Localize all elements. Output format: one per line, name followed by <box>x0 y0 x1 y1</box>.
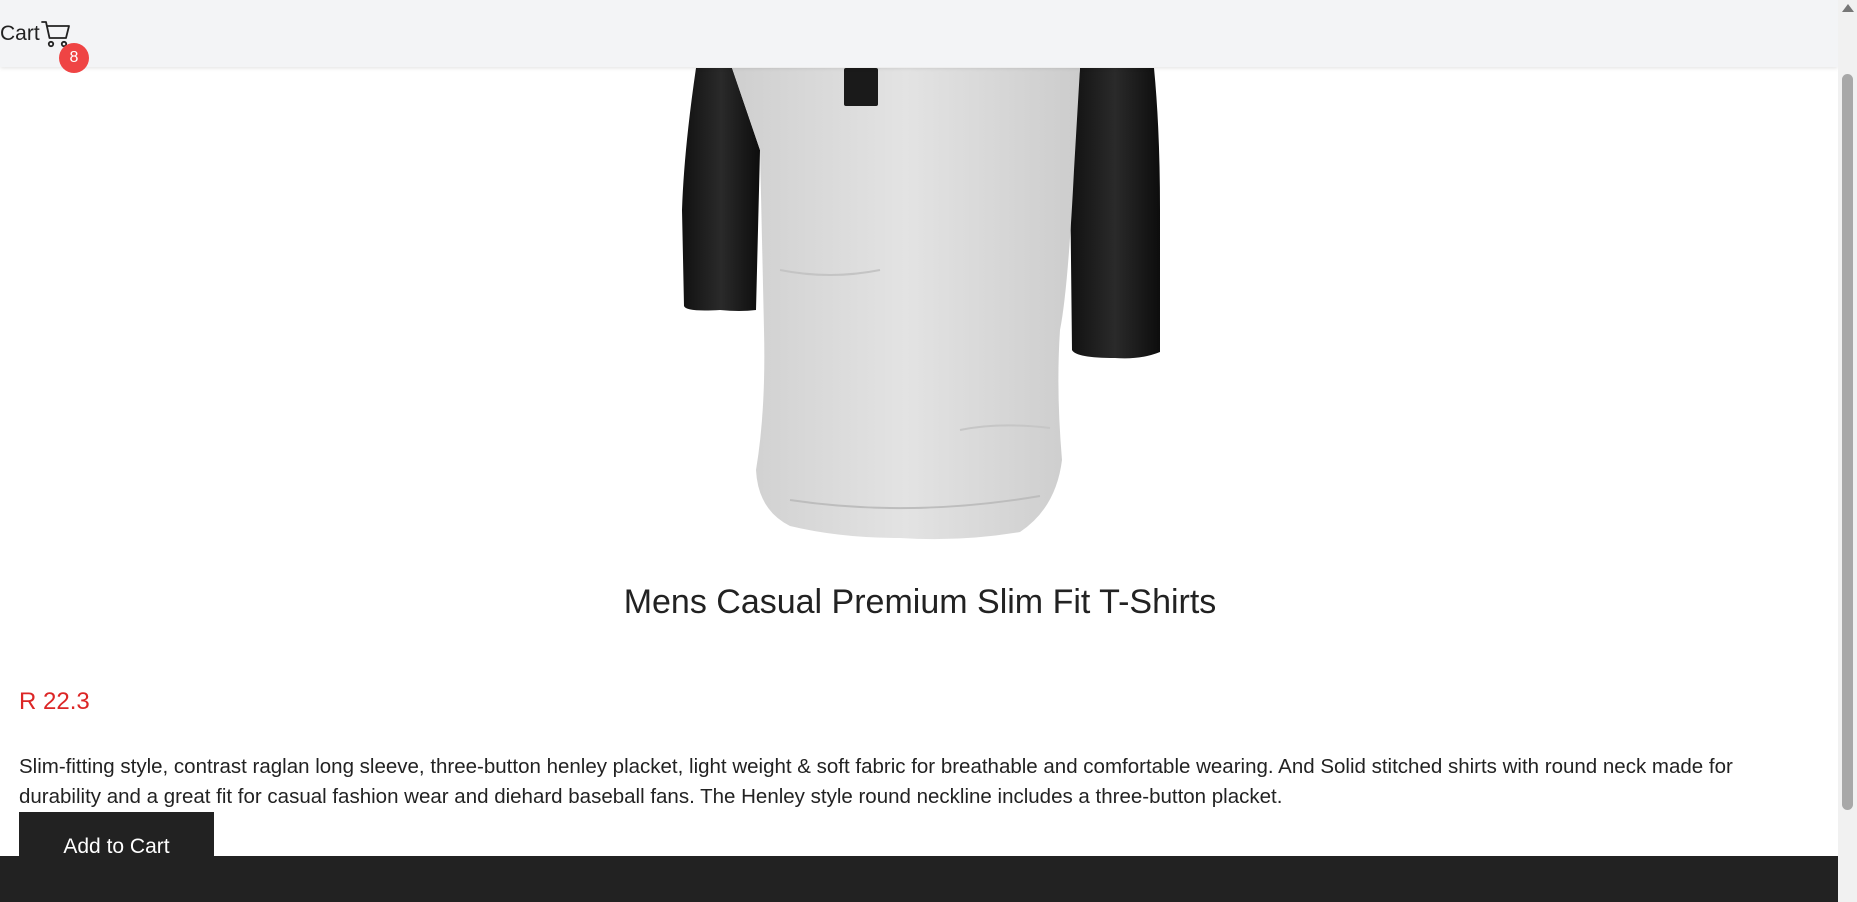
scroll-up-arrow-icon[interactable] <box>1842 4 1854 12</box>
add-to-cart-button[interactable]: Add to Cart <box>19 812 214 882</box>
footer <box>0 856 1838 902</box>
top-header: Cart 8 <box>0 0 1838 73</box>
product-price: R 22.3 <box>19 688 90 715</box>
vertical-scrollbar[interactable] <box>1838 0 1857 902</box>
scrollbar-thumb[interactable] <box>1842 74 1853 810</box>
cart-label: Cart <box>0 22 40 45</box>
product-description: Slim-fitting style, contrast raglan long… <box>19 755 1733 808</box>
product-page: Cart 8 Mens Casual Premium Slim Fit T-Sh… <box>0 0 1857 902</box>
product-image <box>682 68 1160 540</box>
cart-link[interactable]: Cart <box>0 18 72 50</box>
cart-count-badge: 8 <box>59 43 89 73</box>
product-title: Mens Casual Premium Slim Fit T-Shirts <box>623 583 1217 621</box>
